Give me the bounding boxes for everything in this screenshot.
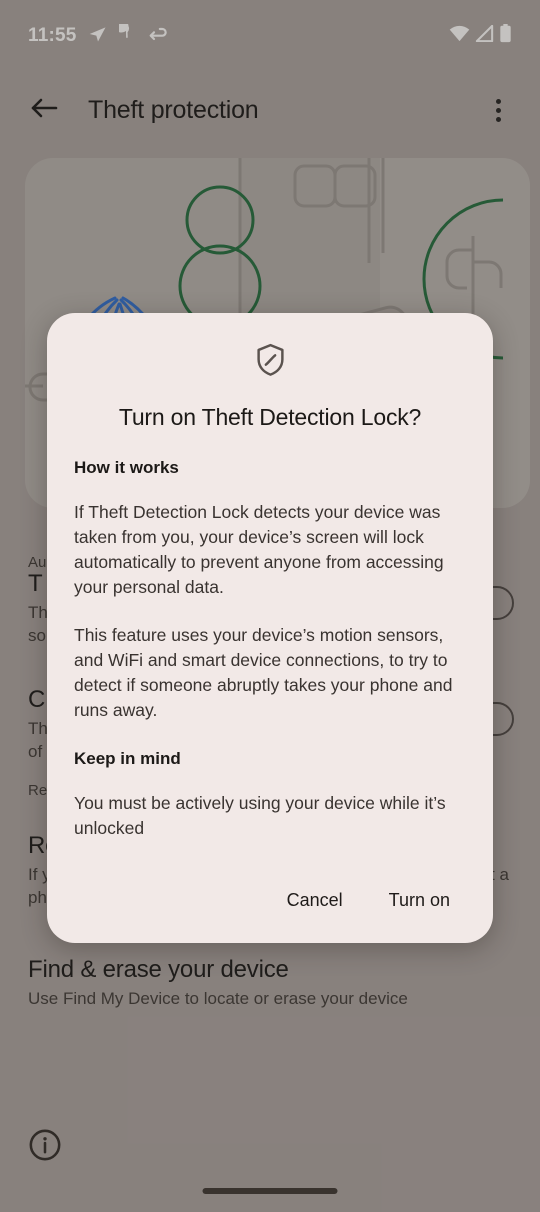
section-heading-keep-in-mind: Keep in mind — [74, 748, 181, 768]
arrow-icon — [149, 26, 169, 47]
section-heading-how-it-works: How it works — [74, 458, 179, 477]
more-options-icon — [495, 98, 501, 104]
status-bar: 11:55 — [0, 0, 540, 72]
dialog-paragraph-1: If Theft Detection Lock detects your dev… — [74, 502, 444, 597]
dialog-paragraph-2: This feature uses your device’s motion s… — [74, 625, 453, 720]
home-gesture-pill[interactable] — [202, 1188, 338, 1194]
telegram-icon — [88, 24, 108, 49]
more-options-icon-dot2 — [495, 107, 501, 113]
app-bar: Theft protection — [0, 78, 540, 142]
back-arrow-icon — [30, 96, 58, 125]
turn-on-button[interactable]: Turn on — [373, 880, 466, 921]
cellular-signal-icon — [475, 24, 494, 47]
back-button[interactable] — [20, 86, 68, 134]
shield-slash-icon — [255, 343, 286, 382]
phone-screen: 11:55 Theft protection Au T Th so C Th o… — [0, 0, 540, 1212]
find-erase-row[interactable]: Find & erase your device Use Find My Dev… — [0, 956, 540, 1011]
battery-icon — [499, 24, 512, 48]
find-erase-sub: Use Find My Device to locate or erase yo… — [28, 988, 408, 1008]
info-button[interactable] — [28, 1128, 62, 1162]
page-title: Theft protection — [88, 95, 259, 124]
dialog-actions: Cancel Turn on — [74, 880, 466, 943]
info-icon — [29, 1129, 61, 1161]
more-options-button[interactable] — [476, 86, 520, 134]
cancel-button[interactable]: Cancel — [271, 880, 359, 921]
wifi-icon — [449, 25, 470, 47]
status-bar-right — [449, 24, 512, 48]
status-bar-left: 11:55 — [28, 19, 169, 49]
find-erase-title: Find & erase your device — [28, 955, 289, 983]
dialog-paragraph-3: You must be actively using your device w… — [74, 792, 446, 838]
more-options-icon-dot3 — [495, 116, 501, 122]
chat-bubble-icon — [113, 19, 138, 49]
theft-detection-dialog: Turn on Theft Detection Lock? How it wor… — [47, 313, 493, 943]
dialog-title: Turn on Theft Detection Lock? — [118, 404, 422, 430]
status-time: 11:55 — [28, 25, 77, 46]
